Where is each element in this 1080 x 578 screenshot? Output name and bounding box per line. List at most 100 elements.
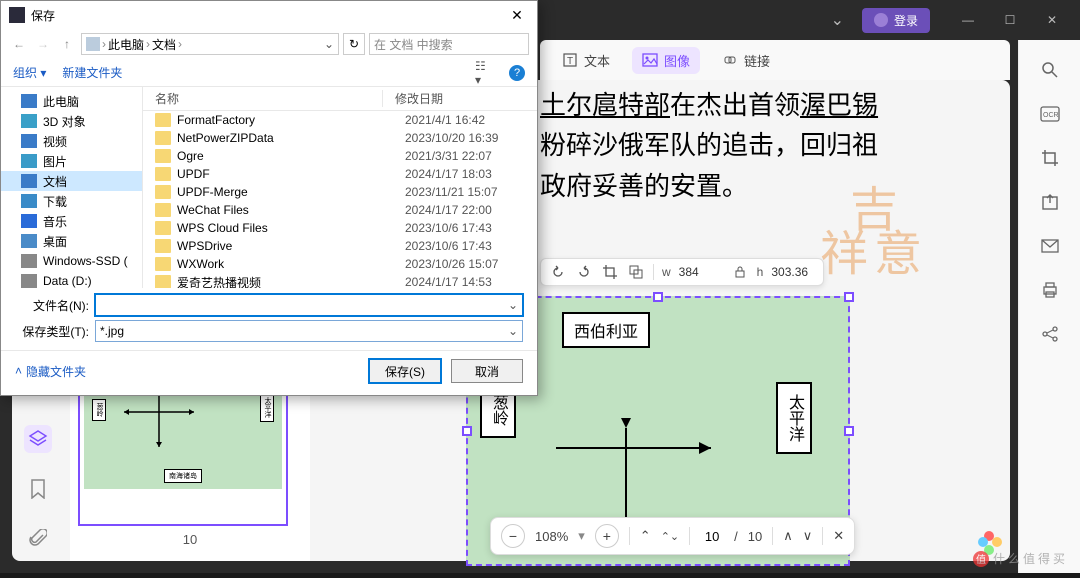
footer-text: 什么值得买 [993, 550, 1068, 567]
ocr-icon[interactable]: OCR [1040, 104, 1060, 124]
search-input[interactable]: 在 文档 中搜索 [369, 33, 529, 55]
resize-handle-r[interactable] [844, 426, 854, 436]
rotate-right-icon[interactable] [575, 263, 593, 281]
file-name: WPSDrive [177, 239, 393, 253]
file-row[interactable]: WeChat Files2024/1/17 22:00 [143, 201, 537, 219]
file-name: WeChat Files [177, 203, 393, 217]
minimize-button[interactable]: — [948, 5, 988, 35]
titlebar-dropdown[interactable]: ⌄ [821, 6, 854, 34]
tree-item[interactable]: 图片 [1, 151, 142, 171]
login-label: 登录 [894, 12, 918, 29]
dialog-close-button[interactable]: ✕ [505, 7, 529, 24]
page-input[interactable] [700, 529, 724, 544]
zoom-dropdown-icon[interactable]: ▾ [578, 528, 585, 544]
dialog-title: 保存 [31, 7, 55, 24]
file-date: 2023/10/26 15:07 [393, 257, 537, 271]
export-icon[interactable] [1040, 192, 1060, 212]
tree-item[interactable]: 音乐 [1, 211, 142, 231]
footer-watermark: 值 什么值得买 [973, 550, 1068, 567]
replace-image-icon[interactable] [627, 263, 645, 281]
lock-aspect-icon[interactable] [731, 263, 749, 281]
rotate-left-icon[interactable] [549, 263, 567, 281]
filename-input[interactable]: ⌄ [95, 294, 523, 316]
file-row[interactable]: Ogre2021/3/31 22:07 [143, 147, 537, 165]
file-row[interactable]: 爱奇艺热播视频2024/1/17 14:53 [143, 273, 537, 288]
filetype-label: 保存类型(T): [15, 323, 89, 340]
tree-item-label: 视频 [43, 133, 67, 150]
width-input[interactable] [679, 265, 723, 279]
tree-item[interactable]: 此电脑 [1, 91, 142, 111]
crumb-docs[interactable]: 文档 [152, 36, 176, 53]
maximize-button[interactable]: ☐ [990, 5, 1030, 35]
save-button[interactable]: 保存(S) [369, 359, 441, 383]
next-page-icon[interactable]: ∨ [803, 528, 813, 544]
tree-item[interactable]: 3D 对象 [1, 111, 142, 131]
col-date[interactable]: 修改日期 [383, 90, 537, 107]
resize-handle-l[interactable] [462, 426, 472, 436]
zoom-out-button[interactable]: − [501, 524, 525, 548]
crumb-pc[interactable]: 此电脑 [108, 36, 144, 53]
mail-icon[interactable] [1040, 236, 1060, 256]
new-folder-button[interactable]: 新建文件夹 [62, 64, 122, 81]
breadcrumb[interactable]: › 此电脑 › 文档 › ⌄ [81, 33, 339, 55]
refresh-button[interactable]: ↻ [343, 33, 365, 55]
filetype-select[interactable]: *.jpg⌄ [95, 320, 523, 342]
crumb-dropdown-icon[interactable]: ⌄ [324, 37, 334, 51]
crop-icon[interactable] [1040, 148, 1060, 168]
prev-page-icon[interactable]: ∧ [783, 528, 793, 544]
close-bar-icon[interactable]: ✕ [833, 528, 844, 544]
file-row[interactable]: WPS Cloud Files2023/10/6 17:43 [143, 219, 537, 237]
organize-menu[interactable]: 组织 ▾ [13, 64, 46, 81]
view-mode-button[interactable]: ☷ ▾ [475, 66, 493, 80]
tree-item[interactable]: 视频 [1, 131, 142, 151]
tree-item[interactable]: 文档 [1, 171, 142, 191]
tree-item[interactable]: 桌面 [1, 231, 142, 251]
resize-handle-t[interactable] [653, 292, 663, 302]
document-text: 土尔扈特部在杰出首领渥巴锡 粉碎沙俄军队的追击，回归祖 政府妥善的安置。 [540, 85, 1000, 206]
zoom-in-button[interactable]: + [595, 524, 619, 548]
attachment-icon[interactable] [24, 525, 52, 553]
search-icon[interactable] [1040, 60, 1060, 80]
link-tool[interactable]: 链接 [712, 47, 780, 74]
image-tool[interactable]: 图像 [632, 47, 700, 74]
nav-forward-button[interactable]: → [33, 34, 53, 54]
cancel-button[interactable]: 取消 [451, 359, 523, 383]
login-button[interactable]: 登录 [862, 8, 930, 33]
tree-item[interactable]: Data (D:) [1, 271, 142, 288]
tree-item[interactable]: Windows-SSD ( [1, 251, 142, 271]
expand-up-icon[interactable]: ⌃ [640, 528, 651, 544]
file-row[interactable]: FormatFactory2021/4/1 16:42 [143, 111, 537, 129]
file-row[interactable]: UPDF2024/1/17 18:03 [143, 165, 537, 183]
height-input[interactable] [771, 265, 815, 279]
app-icon [9, 7, 25, 23]
layers-icon[interactable] [24, 425, 52, 453]
file-row[interactable]: WXWork2023/10/26 15:07 [143, 255, 537, 273]
avatar-icon [874, 13, 888, 27]
tree-item[interactable]: 下载 [1, 191, 142, 211]
file-row[interactable]: NetPowerZIPData2023/10/20 16:39 [143, 129, 537, 147]
file-date: 2024/1/17 18:03 [393, 167, 537, 181]
print-icon[interactable] [1040, 280, 1060, 300]
nav-back-button[interactable]: ← [9, 34, 29, 54]
col-name[interactable]: 名称 [143, 90, 383, 107]
zoom-value: 108% [535, 529, 568, 544]
thumbnail-page-number: 10 [78, 532, 302, 547]
file-row[interactable]: WPSDrive2023/10/6 17:43 [143, 237, 537, 255]
help-button[interactable]: ? [509, 65, 525, 81]
folder-icon [155, 239, 171, 253]
close-window-button[interactable]: ✕ [1032, 5, 1072, 35]
share-icon[interactable] [1040, 324, 1060, 344]
list-header: 名称 修改日期 [143, 87, 537, 111]
file-rows: FormatFactory2021/4/1 16:42NetPowerZIPDa… [143, 111, 537, 288]
right-sidebar: OCR [1018, 40, 1080, 573]
crop-tool-icon[interactable] [601, 263, 619, 281]
expand-all-icon[interactable]: ⌃⌄ [661, 530, 679, 543]
dialog-body: 此电脑3D 对象视频图片文档下载音乐桌面Windows-SSD (Data (D… [1, 87, 537, 288]
text-tool[interactable]: T 文本 [552, 47, 620, 74]
nav-up-button[interactable]: ↑ [57, 34, 77, 54]
search-placeholder: 在 文档 中搜索 [374, 36, 453, 53]
resize-handle-tr[interactable] [844, 292, 854, 302]
file-row[interactable]: UPDF-Merge2023/11/21 15:07 [143, 183, 537, 201]
hide-folders-toggle[interactable]: ˄ 隐藏文件夹 [15, 363, 86, 380]
bookmark-icon[interactable] [24, 475, 52, 503]
